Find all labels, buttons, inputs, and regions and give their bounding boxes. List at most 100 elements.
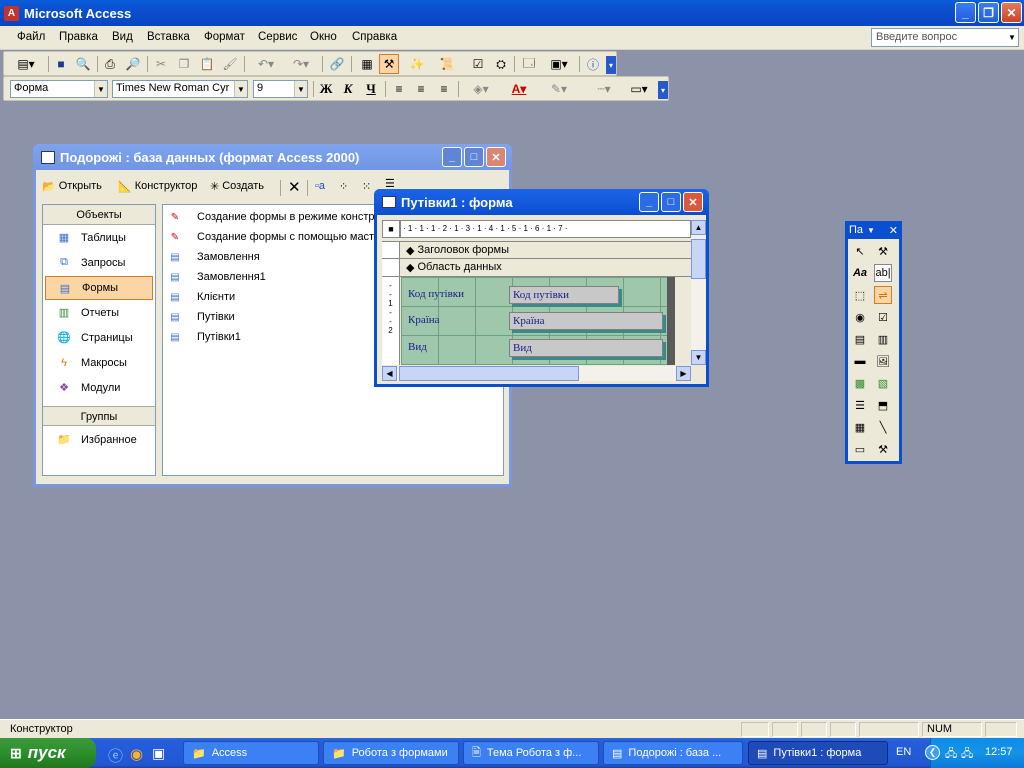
paste-icon[interactable]: 📋 <box>198 55 216 73</box>
close-button[interactable]: ✕ <box>683 192 703 212</box>
format-painter-icon[interactable]: 🖌 <box>221 55 239 73</box>
new-object-icon[interactable]: ▣▾ <box>544 55 574 73</box>
bound-object-icon[interactable]: ▧ <box>874 374 892 392</box>
option-button-icon[interactable]: ◉ <box>851 308 869 326</box>
large-icons-icon[interactable]: ▫a <box>315 180 325 192</box>
unbound-object-icon[interactable]: ▩ <box>851 374 869 392</box>
list-item[interactable]: ▤ Замовлення <box>167 247 259 267</box>
toolbar-options-icon[interactable]: ▾ <box>658 81 668 99</box>
line-color-icon[interactable]: ✎▾ <box>544 80 574 98</box>
task-word-doc[interactable]: 🗎 Тема Робота з ф... <box>463 741 599 765</box>
task-form[interactable]: ▤ Путівки1 : форма <box>748 741 888 765</box>
control-wizards-icon[interactable]: ⚒ <box>874 242 892 260</box>
objects-tab-reports[interactable]: ▥ Отчеты <box>43 301 153 325</box>
menu-file[interactable]: Файл <box>17 31 45 43</box>
menu-view[interactable]: Вид <box>112 31 133 43</box>
objects-tab-pages[interactable]: 🌐 Страницы <box>43 326 153 350</box>
view-icon[interactable]: ▤▾ <box>10 55 42 73</box>
file-search-icon[interactable]: 🔍 <box>74 55 92 73</box>
scroll-down-icon[interactable]: ▼ <box>691 350 706 365</box>
italic-button[interactable]: К <box>339 80 357 98</box>
objects-tab-macros[interactable]: ϟ Макросы <box>43 351 153 375</box>
copy-icon[interactable]: ❐ <box>175 55 193 73</box>
more-controls-icon[interactable]: ⚒ <box>874 440 892 458</box>
scroll-up-icon[interactable]: ▲ <box>691 220 706 235</box>
object-select[interactable]: Форма ▼ <box>10 80 108 98</box>
help-question-input[interactable]: Введите вопрос ▼ <box>871 28 1019 47</box>
task-database[interactable]: ▤ Подорожі : база ... <box>603 741 743 765</box>
close-button[interactable]: ✕ <box>486 147 506 167</box>
list-item[interactable]: ▤ Путівки1 <box>167 327 241 347</box>
textbox-tool-icon[interactable]: ab| <box>874 264 892 282</box>
chevron-down-icon[interactable]: ▼ <box>867 226 875 235</box>
start-button[interactable]: ⊞ пуск <box>0 738 96 768</box>
combo-box-icon[interactable]: ▤ <box>851 330 869 348</box>
ie-icon[interactable]: ⓔ <box>108 745 123 766</box>
fill-color-icon[interactable]: ◈▾ <box>466 80 496 98</box>
properties-icon[interactable]: ☑ <box>469 55 487 73</box>
special-effect-icon[interactable]: ▭▾ <box>624 80 654 98</box>
cut-icon[interactable]: ✂ <box>152 55 170 73</box>
network-icon[interactable]: 🖧 <box>961 745 973 764</box>
image-tool-icon[interactable]: 🖼 <box>874 352 892 370</box>
toolbox-icon[interactable]: ⚒ <box>379 54 399 74</box>
align-right-icon[interactable]: ≡ <box>435 80 453 98</box>
objects-tab-modules[interactable]: ❖ Модули <box>43 376 153 400</box>
objects-tab-queries[interactable]: ⧉ Запросы <box>43 251 153 275</box>
section-header-form[interactable]: ◆ Заголовок формы <box>382 241 691 259</box>
maximize-button[interactable]: □ <box>661 192 681 212</box>
redo-icon[interactable]: ↷▾ <box>286 55 316 73</box>
build-icon[interactable]: ⛭ <box>492 55 510 73</box>
form-selector[interactable]: ■ <box>382 220 400 238</box>
code-icon[interactable]: 📜 <box>438 55 456 73</box>
list-view-icon[interactable]: ⁙ <box>362 180 371 193</box>
subform-icon[interactable]: ▦ <box>851 418 869 436</box>
database-window-icon[interactable]: 🗔 <box>520 55 538 73</box>
scroll-left-icon[interactable]: ◀ <box>382 366 397 381</box>
groups-item-favorites[interactable]: 📁 Избранное <box>43 428 153 452</box>
textbox-country[interactable]: Країна <box>509 312 663 330</box>
tab-control-icon[interactable]: ⬒ <box>874 396 892 414</box>
label-type[interactable]: Вид <box>405 339 430 357</box>
list-item[interactable]: ▤ Замовлення1 <box>167 267 266 287</box>
task-access[interactable]: 📁 Access <box>183 741 319 765</box>
chevron-down-icon[interactable]: ▼ <box>294 81 307 97</box>
align-left-icon[interactable]: ≡ <box>390 80 408 98</box>
task-forms-folder[interactable]: 📁 Робота з формами <box>323 741 459 765</box>
minimize-button[interactable]: _ <box>955 2 976 23</box>
option-group-icon[interactable]: ⬚ <box>851 286 869 304</box>
save-icon[interactable]: ■ <box>52 55 70 73</box>
toolbar-options-icon[interactable]: ▾ <box>606 56 616 74</box>
open-button[interactable]: 📂 Открыть <box>42 180 102 193</box>
objects-tab-tables[interactable]: ▦ Таблицы <box>43 226 153 250</box>
language-indicator[interactable]: EN <box>896 746 911 758</box>
line-tool-icon[interactable]: ╲ <box>874 418 892 436</box>
rectangle-tool-icon[interactable]: ▭ <box>851 440 869 458</box>
vertical-scrollbar[interactable]: ▲ ▼ <box>691 220 706 365</box>
hyperlink-icon[interactable]: 🔗 <box>328 55 346 73</box>
list-item[interactable]: ✎ Создание формы с помощью мастер <box>167 227 386 247</box>
groups-header[interactable]: Группы <box>43 406 155 426</box>
restore-button[interactable]: ❐ <box>978 2 999 23</box>
underline-button[interactable]: Ч <box>362 80 380 98</box>
list-item[interactable]: ▤ Клієнти <box>167 287 235 307</box>
chevron-down-icon[interactable]: ▼ <box>94 81 107 97</box>
menu-tools[interactable]: Сервис <box>258 31 297 43</box>
label-code[interactable]: Код путівки <box>405 286 467 304</box>
create-button[interactable]: ✳ Создать <box>210 180 264 193</box>
media-player-icon[interactable]: ◉ <box>130 745 143 763</box>
line-width-icon[interactable]: ┄▾ <box>589 80 619 98</box>
delete-icon[interactable]: ✕ <box>288 178 301 196</box>
align-center-icon[interactable]: ≡ <box>412 80 430 98</box>
textbox-code[interactable]: Код путівки <box>509 286 619 304</box>
horizontal-scrollbar[interactable]: ◀ ▶ <box>382 366 691 381</box>
font-color-icon[interactable]: A▾ <box>504 80 534 98</box>
close-button[interactable]: ✕ <box>1001 2 1022 23</box>
help-icon[interactable]: ⓘ <box>584 55 602 73</box>
field-list-icon[interactable]: ▦ <box>358 55 376 73</box>
print-preview-icon[interactable]: 🔎 <box>124 55 142 73</box>
undo-icon[interactable]: ↶▾ <box>251 55 281 73</box>
font-size-select[interactable]: 9 ▼ <box>253 80 308 98</box>
section-detail[interactable]: ◆ Область данных <box>382 259 691 277</box>
small-icons-icon[interactable]: ⁘ <box>339 180 348 193</box>
